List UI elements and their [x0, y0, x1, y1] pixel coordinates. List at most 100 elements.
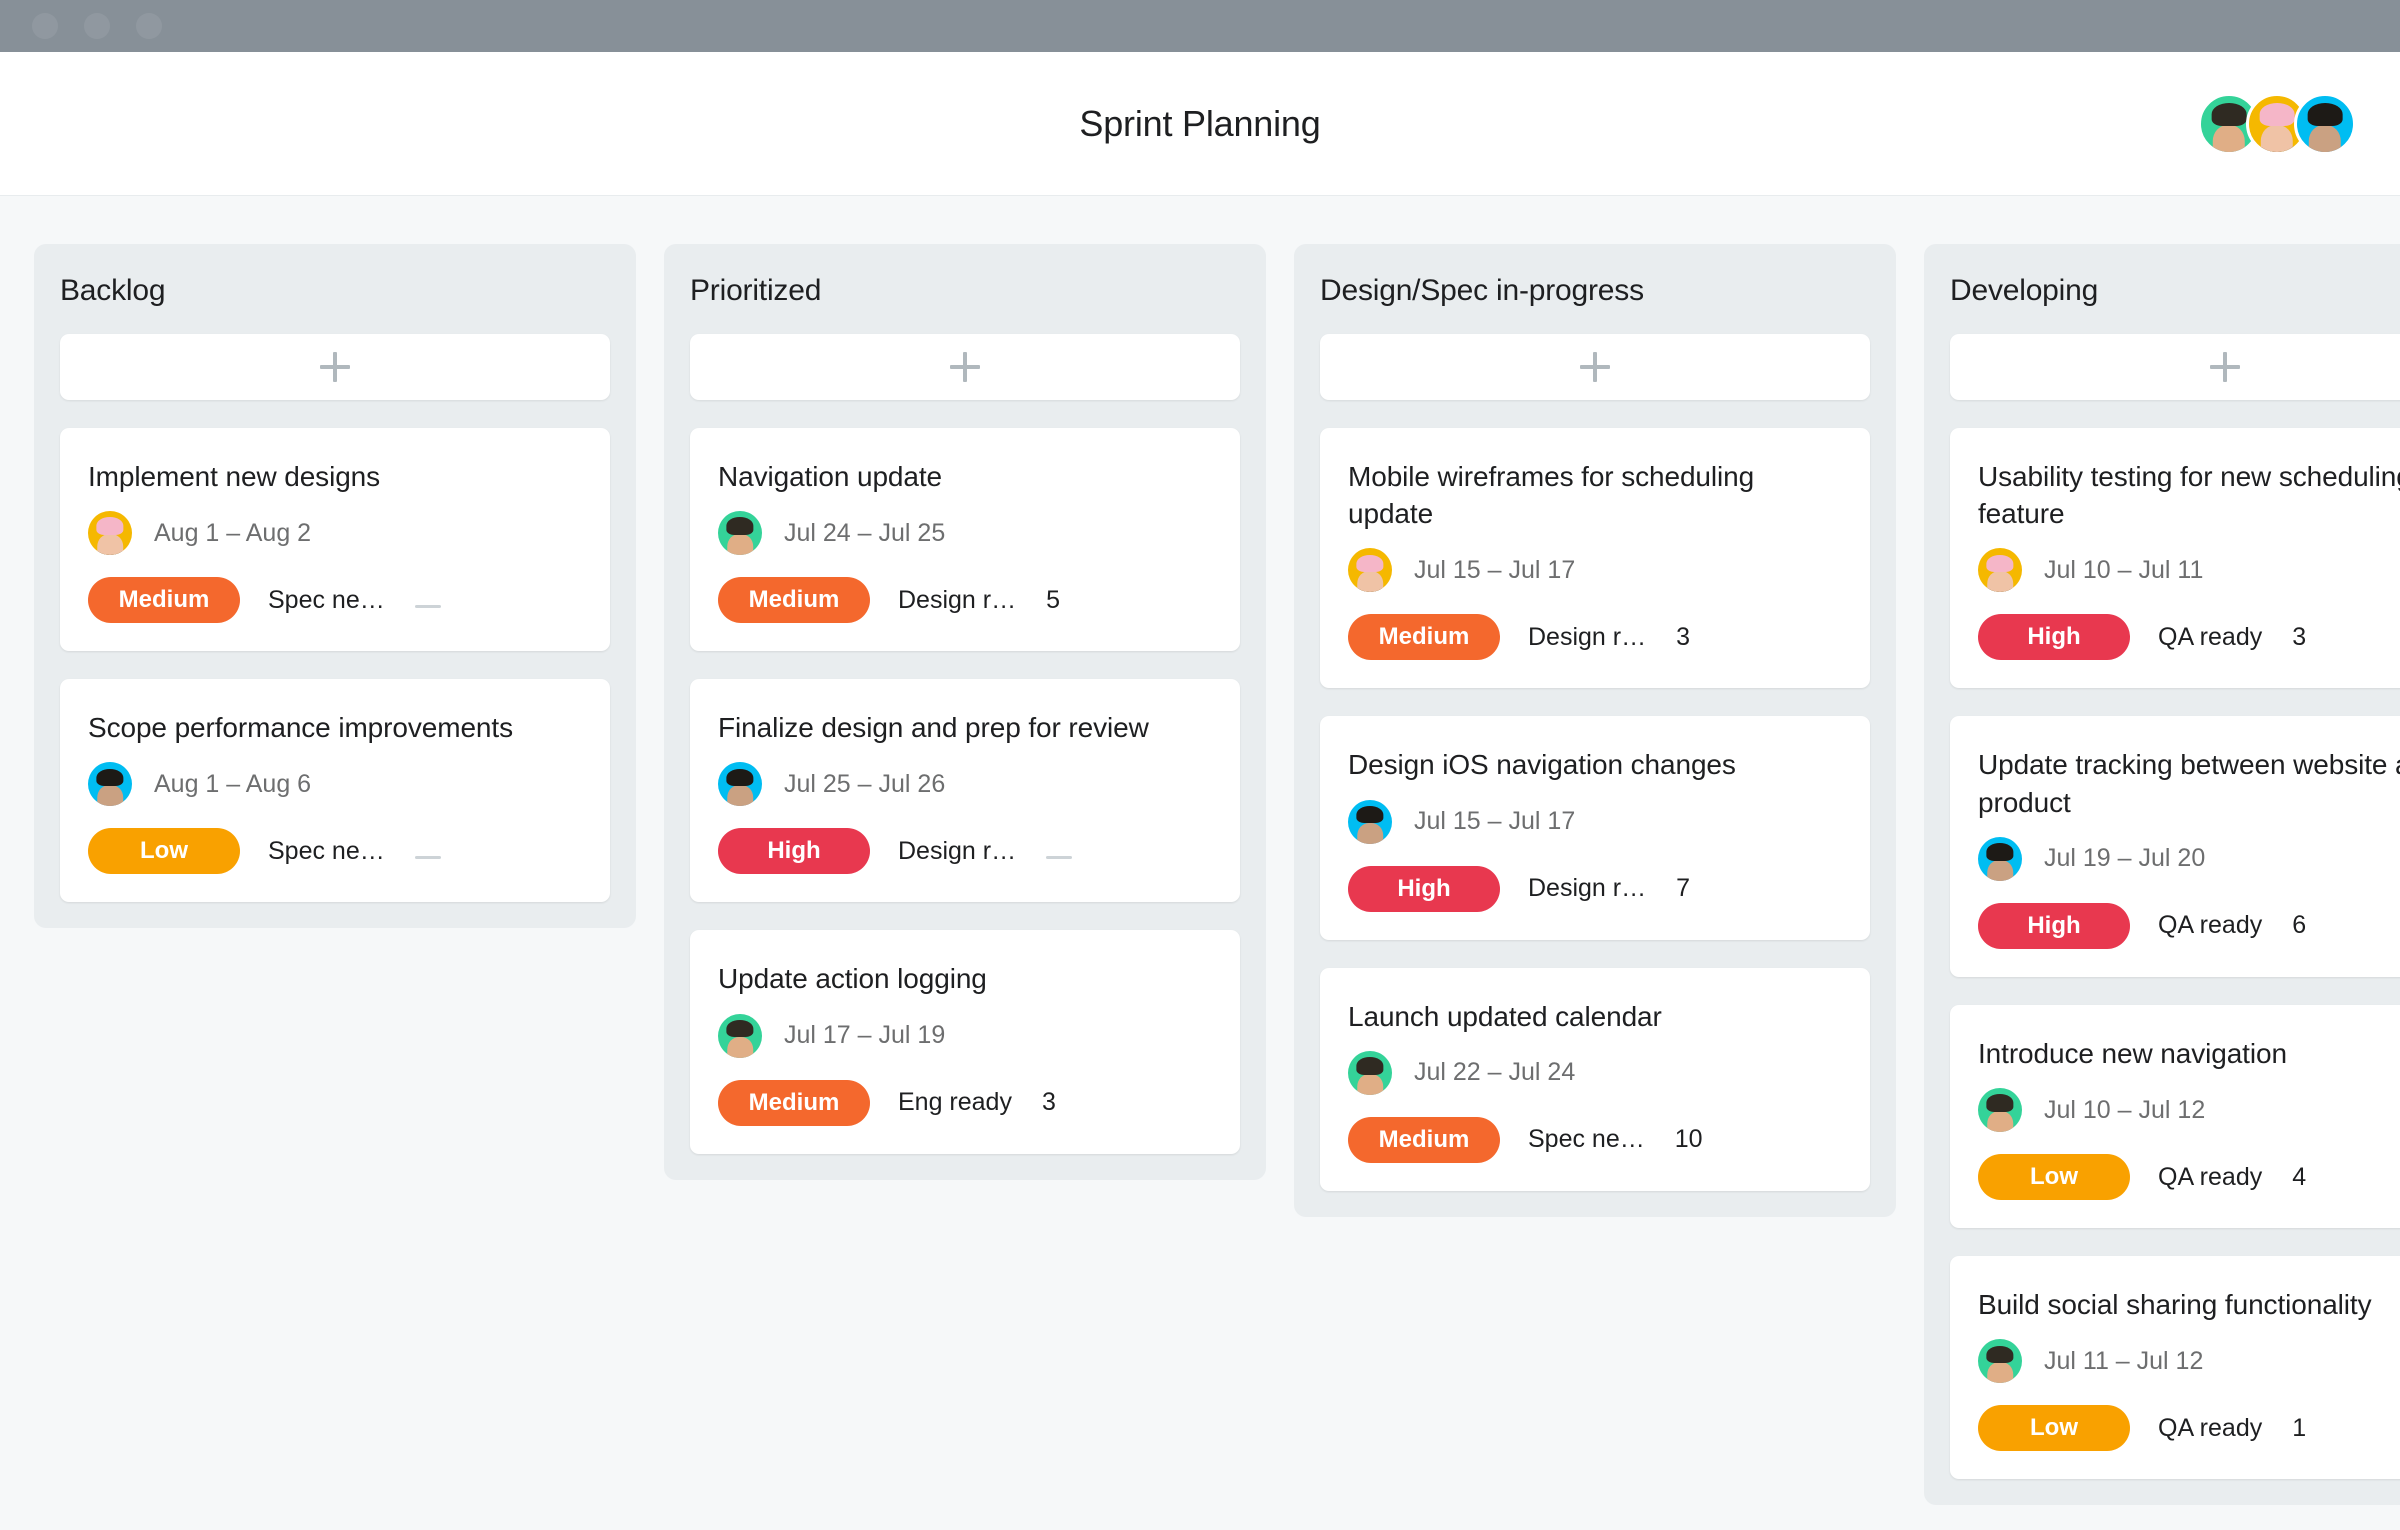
add-card-button[interactable] — [1320, 334, 1870, 400]
avatar-face — [1987, 859, 2013, 881]
avatar-hair — [2211, 103, 2247, 126]
task-card[interactable]: Launch updated calendar Jul 22 – Jul 24 Me… — [1320, 967, 1870, 1191]
avatar-face — [727, 1036, 753, 1058]
task-date-range: Jul 10 – Jul 12 — [2044, 1095, 2206, 1124]
task-card[interactable]: Mobile wireframes for scheduling update J… — [1320, 428, 1870, 689]
avatar-face — [1357, 822, 1383, 844]
avatar-hair — [96, 768, 124, 787]
avatar[interactable] — [1348, 799, 1392, 844]
priority-badge[interactable]: Medium — [88, 577, 240, 624]
status-badge[interactable]: QA ready — [2158, 911, 2262, 940]
status-badge[interactable]: Design r… — [898, 586, 1016, 615]
add-card-button[interactable] — [1950, 334, 2400, 400]
board-members — [2198, 92, 2356, 155]
priority-badge[interactable]: Low — [88, 828, 240, 875]
task-card[interactable]: Usability testing for new scheduling fea… — [1950, 428, 2400, 689]
status-badge[interactable]: Design r… — [1528, 874, 1646, 903]
add-card-button[interactable] — [60, 334, 610, 400]
estimate-count[interactable]: 7 — [1676, 874, 1690, 903]
plus-icon — [2210, 352, 2240, 382]
minimize-icon[interactable] — [84, 13, 110, 39]
task-card[interactable]: Design iOS navigation changes Jul 15 – Ju… — [1320, 716, 1870, 940]
estimate-count[interactable]: 4 — [2292, 1163, 2306, 1192]
zoom-icon[interactable] — [136, 13, 162, 39]
estimate-count[interactable] — [414, 586, 441, 615]
avatar-face — [97, 785, 123, 807]
estimate-count[interactable]: 3 — [1042, 1088, 1056, 1117]
status-badge[interactable]: Spec ne… — [268, 586, 385, 615]
avatar-face — [727, 785, 753, 807]
priority-badge[interactable]: Medium — [718, 577, 870, 624]
task-meta: Jul 15 – Jul 17 — [1348, 799, 1842, 844]
task-tags: Medium Spec ne… — [88, 577, 582, 624]
window-controls — [32, 0, 162, 52]
avatar[interactable] — [88, 762, 132, 807]
avatar[interactable] — [1978, 1339, 2022, 1384]
add-card-button[interactable] — [690, 334, 1240, 400]
avatar[interactable] — [1348, 548, 1392, 593]
status-badge[interactable]: Design r… — [1528, 623, 1646, 652]
priority-badge[interactable]: Medium — [718, 1079, 870, 1126]
task-tags: Medium Design r… 3 — [1348, 614, 1842, 661]
avatar[interactable] — [718, 762, 762, 807]
task-date-range: Jul 24 – Jul 25 — [784, 518, 946, 547]
estimate-count[interactable]: 6 — [2292, 911, 2306, 940]
task-card[interactable]: Finalize design and prep for review Jul 2… — [690, 679, 1240, 903]
estimate-count[interactable] — [1046, 837, 1073, 866]
board-column: Prioritized Navigation update Jul 24 – Jul… — [664, 244, 1266, 1180]
estimate-count[interactable]: 1 — [2292, 1414, 2306, 1443]
avatar-face — [1987, 1362, 2013, 1384]
priority-badge[interactable]: Low — [1978, 1405, 2130, 1452]
status-badge[interactable]: QA ready — [2158, 1414, 2262, 1443]
priority-badge[interactable]: High — [1978, 902, 2130, 949]
status-badge[interactable]: QA ready — [2158, 623, 2262, 652]
task-card[interactable]: Update tracking between website and prod… — [1950, 716, 2400, 977]
task-meta: Jul 19 – Jul 20 — [1978, 836, 2400, 881]
avatar[interactable] — [718, 1013, 762, 1058]
avatar-face — [97, 534, 123, 556]
priority-badge[interactable]: High — [1348, 865, 1500, 912]
priority-badge[interactable]: Low — [1978, 1154, 2130, 1201]
empty-dash-icon — [1046, 855, 1073, 859]
avatar[interactable] — [2294, 92, 2356, 155]
task-card[interactable]: Build social sharing functionality Jul 11… — [1950, 1256, 2400, 1480]
task-title: Build social sharing functionality — [1978, 1289, 2372, 1321]
task-card[interactable]: Implement new designs Aug 1 – Aug 2 Medium… — [60, 428, 610, 652]
task-title: Design iOS navigation changes — [1348, 749, 1736, 781]
priority-badge[interactable]: High — [718, 828, 870, 875]
avatar[interactable] — [1978, 1088, 2022, 1133]
task-date-range: Jul 22 – Jul 24 — [1414, 1058, 1576, 1087]
avatar[interactable] — [1978, 548, 2022, 593]
status-badge[interactable]: Eng ready — [898, 1088, 1012, 1117]
avatar-face — [1987, 571, 2013, 593]
priority-badge[interactable]: High — [1978, 614, 2130, 661]
task-tags: Medium Spec ne… 10 — [1348, 1116, 1842, 1163]
task-tags: Low Spec ne… — [88, 828, 582, 875]
avatar[interactable] — [1978, 836, 2022, 881]
task-card[interactable]: Navigation update Jul 24 – Jul 25 Medium De… — [690, 428, 1240, 652]
column-title: Design/Spec in-progress — [1320, 274, 1644, 307]
task-date-range: Aug 1 – Aug 6 — [154, 769, 312, 798]
task-date-range: Jul 15 – Jul 17 — [1414, 555, 1576, 584]
status-badge[interactable]: Spec ne… — [268, 837, 385, 866]
task-date-range: Jul 17 – Jul 19 — [784, 1021, 946, 1050]
status-badge[interactable]: QA ready — [2158, 1163, 2262, 1192]
status-badge[interactable]: Spec ne… — [1528, 1125, 1645, 1154]
estimate-count[interactable]: 5 — [1046, 586, 1060, 615]
close-icon[interactable] — [32, 13, 58, 39]
app-header: Sprint Planning — [0, 52, 2400, 196]
task-card[interactable]: Scope performance improvements Aug 1 – Au… — [60, 679, 610, 903]
task-card[interactable]: Introduce new navigation Jul 10 – Jul 12 L… — [1950, 1004, 2400, 1229]
priority-badge[interactable]: Medium — [1348, 1116, 1500, 1163]
priority-badge[interactable]: Medium — [1348, 614, 1500, 661]
task-title: Introduce new navigation — [1978, 1037, 2287, 1069]
estimate-count[interactable]: 10 — [1675, 1125, 1703, 1154]
avatar[interactable] — [1348, 1050, 1392, 1095]
avatar[interactable] — [88, 511, 132, 556]
status-badge[interactable]: Design r… — [898, 837, 1016, 866]
estimate-count[interactable] — [414, 837, 441, 866]
task-card[interactable]: Update action logging Jul 17 – Jul 19 Medi… — [690, 930, 1240, 1154]
estimate-count[interactable]: 3 — [1676, 623, 1690, 652]
avatar[interactable] — [718, 511, 762, 556]
estimate-count[interactable]: 3 — [2292, 623, 2306, 652]
